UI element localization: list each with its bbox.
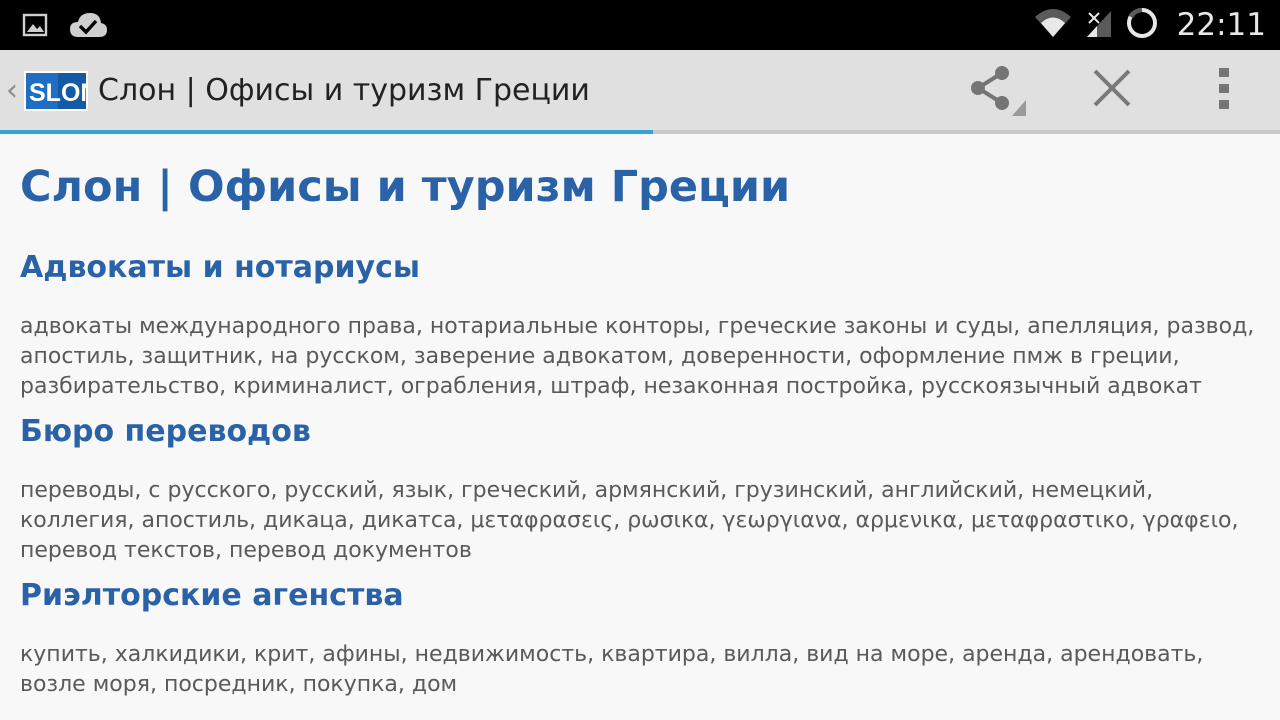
logo-text: SLON [29, 79, 88, 107]
overflow-menu-icon [1218, 66, 1230, 115]
status-time: 22:11 [1176, 7, 1266, 43]
system-icons: 22:11 [1033, 0, 1266, 50]
notification-icons [22, 10, 108, 45]
section-text-realty: купить, халкидики, крит, афины, недвижим… [20, 642, 1204, 697]
sync-icon [1125, 6, 1159, 45]
close-icon [1090, 66, 1134, 115]
page-title: Слон | Офисы и туризм Греции [20, 162, 791, 212]
section-text-lawyers: адвокаты международного права, нотариаль… [20, 314, 1255, 399]
share-icon [964, 56, 1028, 125]
action-bar-title: Слон | Офисы и туризм Греции [98, 73, 590, 108]
gallery-icon [22, 12, 48, 43]
section-text-translation: переводы, с русского, русский, язык, гре… [20, 478, 1239, 563]
section-heading-realty: Риэлторские агенства [20, 578, 404, 613]
share-button[interactable] [956, 50, 1036, 130]
back-chevron-icon[interactable]: ‹ [6, 76, 18, 106]
app-logo[interactable]: SLON [24, 69, 98, 113]
overflow-menu-button[interactable] [1184, 50, 1264, 130]
signal-icon [1085, 7, 1113, 44]
close-button[interactable] [1072, 50, 1152, 130]
section-heading-translation: Бюро переводов [20, 414, 311, 449]
section-heading-lawyers: Адвокаты и нотариусы [20, 250, 421, 285]
cloud-check-icon [68, 10, 108, 45]
wifi-icon [1033, 7, 1073, 44]
status-bar: 22:11 [0, 0, 1280, 50]
page-content: Слон | Офисы и туризм Греции Адвокаты и … [20, 134, 1260, 700]
